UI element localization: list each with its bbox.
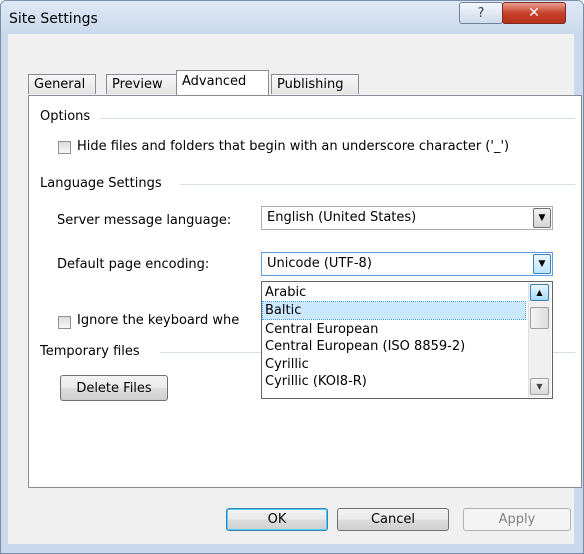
tab-general[interactable]: General [28,74,96,94]
ok-label: OK [267,512,287,527]
title-bar: Site Settings ? ✕ [1,1,583,35]
server-message-select[interactable]: English (United States) ▼ [261,206,553,230]
hide-underscore-checkbox[interactable] [58,141,71,154]
delete-files-button[interactable]: Delete Files [60,375,168,401]
dropdown-scrollbar[interactable]: ▲ ▼ [528,283,551,397]
page-encoding-label: Default page encoding: [57,257,210,272]
apply-label: Apply [498,512,536,527]
encoding-dropdown-list: Arabic Baltic Central European Central E… [261,281,553,399]
dialog-title: Site Settings [9,11,98,27]
close-icon: ✕ [528,5,540,21]
scroll-up-button[interactable]: ▲ [530,284,549,301]
ok-button[interactable]: OK [226,508,328,531]
chevron-down-icon: ▼ [536,382,543,391]
chevron-down-icon[interactable]: ▼ [533,208,551,228]
language-group-line [180,184,575,185]
cancel-button[interactable]: Cancel [337,508,449,531]
ignore-keyboard-checkbox[interactable] [58,316,71,329]
hide-underscore-label: Hide files and folders that begin with a… [77,139,510,154]
help-icon: ? [477,5,485,21]
close-button[interactable]: ✕ [502,2,566,24]
temporary-group-label: Temporary files [40,344,144,359]
tab-publishing[interactable]: Publishing [271,74,359,94]
tab-advanced-label: Advanced [182,74,247,89]
options-group-line [100,118,575,119]
list-item[interactable]: Cyrillic (KOI8-R) [263,373,525,390]
tab-general-label: General [34,77,86,92]
tab-preview[interactable]: Preview [106,74,178,94]
language-group-label: Language Settings [40,176,166,191]
server-message-value: English (United States) [267,210,417,225]
apply-button[interactable]: Apply [463,508,571,531]
scroll-down-button[interactable]: ▼ [530,378,549,395]
help-button[interactable]: ? [459,2,503,24]
list-item[interactable]: Central European [263,321,525,338]
scroll-thumb[interactable] [530,307,549,329]
list-item-selected[interactable]: Baltic [262,301,526,320]
options-group-label: Options [40,109,95,124]
list-item[interactable]: Arabic [263,284,525,301]
chevron-down-icon[interactable]: ▼ [533,254,551,274]
tab-preview-label: Preview [112,77,163,92]
server-message-label: Server message language: [57,213,232,228]
list-item[interactable]: Cyrillic [263,356,525,373]
page-encoding-select[interactable]: Unicode (UTF-8) ▼ [261,252,553,276]
tab-publishing-label: Publishing [277,77,344,92]
chevron-up-icon: ▲ [536,288,543,297]
list-item[interactable]: Central European (ISO 8859-2) [263,338,525,355]
tab-advanced[interactable]: Advanced [176,70,269,95]
ignore-keyboard-label: Ignore the keyboard whe [77,313,240,328]
delete-files-label: Delete Files [76,380,152,396]
page-encoding-value: Unicode (UTF-8) [267,256,372,271]
cancel-label: Cancel [370,512,416,527]
